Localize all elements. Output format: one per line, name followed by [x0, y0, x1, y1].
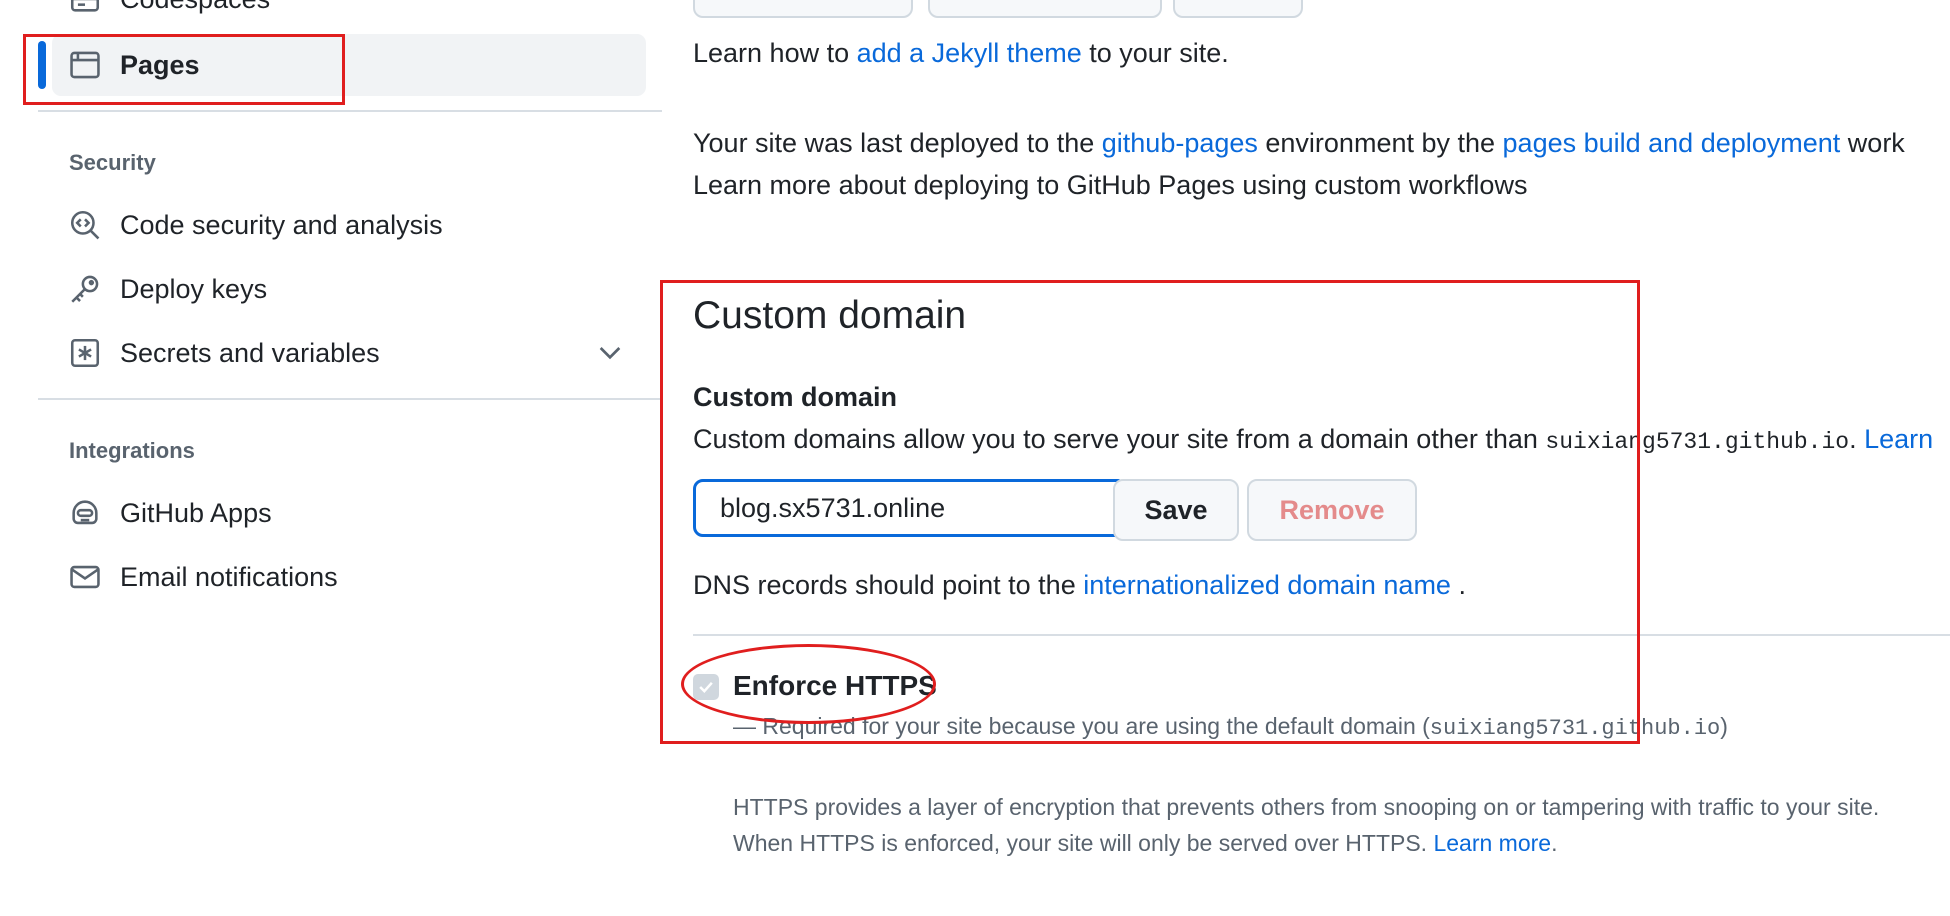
pages-settings-main: Learn how to add a Jekyll theme to your …	[693, 0, 1950, 916]
para-text: .	[1551, 830, 1558, 856]
custom-domain-label: Custom domain	[693, 382, 898, 412]
sidebar-item-label: GitHub Apps	[120, 497, 272, 528]
sidebar-item-email-notifications[interactable]: Email notifications	[52, 546, 646, 608]
mail-icon	[68, 560, 102, 594]
custom-domain-learn-link[interactable]: Learn	[1864, 424, 1933, 454]
theme-text: Learn how to	[693, 38, 857, 68]
sidebar-item-label: Email notifications	[120, 561, 338, 592]
note-text: — Required for your site because you are…	[733, 713, 1430, 739]
jekyll-theme-link[interactable]: add a Jekyll theme	[857, 38, 1082, 68]
enforce-https-label: Enforce HTTPS	[733, 670, 937, 701]
deploy-text: work	[1840, 128, 1905, 158]
https-learn-more-link[interactable]: Learn more	[1433, 830, 1551, 856]
sidebar-item-label: Codespaces	[120, 0, 270, 15]
desc-text: .	[1849, 424, 1865, 454]
idn-link[interactable]: internationalized domain name	[1083, 570, 1451, 600]
remove-button[interactable]: Remove	[1247, 479, 1417, 541]
chevron-down-icon[interactable]	[594, 336, 626, 368]
theme-button[interactable]	[928, 0, 1162, 18]
https-required-note: — Required for your site because you are…	[733, 713, 1728, 741]
jekyll-theme-line: Learn how to add a Jekyll theme to your …	[693, 38, 1229, 69]
sidebar-item-label: Code security and analysis	[120, 209, 443, 240]
sidebar-item-label: Deploy keys	[120, 273, 268, 304]
active-indicator	[38, 41, 46, 89]
integrations-section-title: Integrations	[69, 438, 195, 463]
workflow-link[interactable]: pages build and deployment	[1503, 128, 1841, 158]
custom-domain-heading: Custom domain	[693, 294, 967, 337]
dns-text: DNS records should point to the	[693, 570, 1084, 600]
sidebar-divider	[38, 398, 662, 400]
sidebar-item-codespaces[interactable]: Codespaces	[52, 0, 646, 30]
github-pages-env-link[interactable]: github-pages	[1102, 128, 1258, 158]
custom-domain-description: Custom domains allow you to serve your s…	[693, 424, 1933, 455]
sidebar-item-deploy-keys[interactable]: Deploy keys	[52, 258, 646, 320]
note-text: )	[1720, 713, 1728, 739]
sidebar-item-secrets-variables[interactable]: Secrets and variables	[52, 322, 646, 384]
security-section-title: Security	[69, 150, 156, 175]
sidebar-item-github-apps[interactable]: GitHub Apps	[52, 482, 646, 544]
https-enforced-line: When HTTPS is enforced, your site will o…	[733, 830, 1557, 857]
sidebar-item-pages[interactable]: Pages	[52, 34, 646, 96]
deploy-status-line: Your site was last deployed to the githu…	[693, 128, 1905, 159]
para-text: When HTTPS is enforced, your site will o…	[733, 830, 1434, 856]
sidebar-item-label: Pages	[120, 49, 200, 80]
default-domain-code: suixiang5731.github.io	[1545, 429, 1850, 455]
save-button[interactable]: Save	[1113, 479, 1239, 541]
enforce-https-checkbox[interactable]	[693, 674, 719, 700]
theme-button[interactable]	[1173, 0, 1303, 18]
section-divider	[693, 634, 1950, 636]
custom-domain-input[interactable]	[693, 479, 1127, 537]
desc-text: Custom domains allow you to serve your s…	[693, 424, 1546, 454]
browser-icon	[68, 48, 102, 82]
hubot-icon	[68, 496, 102, 530]
codescan-icon	[68, 208, 102, 242]
checkmark-icon	[699, 681, 713, 693]
sidebar-item-label: Secrets and variables	[120, 337, 380, 368]
server-icon	[68, 0, 102, 16]
deploy-text: Your site was last deployed to the	[693, 128, 1102, 158]
sidebar-item-code-security[interactable]: Code security and analysis	[52, 194, 646, 256]
sidebar-divider	[38, 110, 662, 112]
key-icon	[68, 272, 102, 306]
settings-sidebar: Codespaces Pages Security Code security …	[0, 0, 662, 916]
deploy-text: environment by the	[1257, 128, 1503, 158]
theme-button[interactable]	[693, 0, 913, 18]
https-description: HTTPS provides a layer of encryption tha…	[733, 794, 1880, 820]
dns-records-line: DNS records should point to the internat…	[693, 570, 1466, 601]
theme-text: to your site.	[1081, 38, 1229, 68]
asterisk-icon	[68, 336, 102, 370]
custom-workflows-link[interactable]: Learn more about deploying to GitHub Pag…	[693, 170, 1527, 201]
note-domain-code: suixiang5731.github.io	[1429, 716, 1721, 741]
dns-text: .	[1450, 570, 1466, 600]
